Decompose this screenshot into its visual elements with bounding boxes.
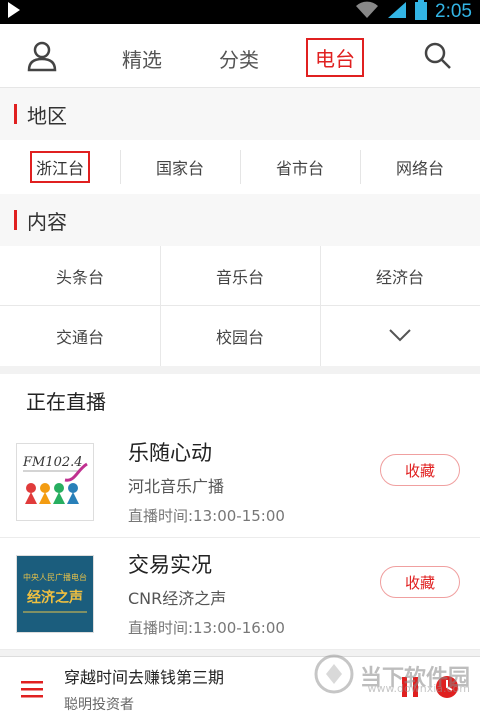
region-heading: 地区 xyxy=(0,88,480,140)
content-row: 交通台 校园台 xyxy=(0,306,480,366)
region-internet[interactable]: 网络台 xyxy=(360,140,480,194)
top-nav: 精选 分类 电台 xyxy=(0,24,480,88)
program-info: 乐随心动 河北音乐广播 直播时间:13:00-15:00 xyxy=(128,437,285,526)
logo-text: 中央人民广播电台 xyxy=(23,572,87,582)
now-playing-author: 聪明投资者 xyxy=(64,696,134,713)
now-playing-info: 穿越时间去赚钱第三期 聪明投资者 xyxy=(64,664,400,714)
content-headline[interactable]: 头条台 xyxy=(0,246,160,305)
favorite-button[interactable]: 收藏 xyxy=(380,454,460,486)
timer-icon[interactable] xyxy=(434,674,460,704)
now-playing-title: 穿越时间去赚钱第三期 xyxy=(64,667,225,687)
region-label: 国家台 xyxy=(155,159,204,178)
region-filter: 浙江台 国家台 省市台 网络台 xyxy=(0,140,480,194)
region-zhejiang[interactable]: 浙江台 xyxy=(0,140,120,194)
content-music[interactable]: 音乐台 xyxy=(160,246,320,305)
station-logo: FM102.4 xyxy=(16,442,94,521)
program-name: 交易实况 xyxy=(128,553,212,577)
heading-accent-bar xyxy=(14,104,17,124)
content-filter: 头条台 音乐台 经济台 交通台 校园台 xyxy=(0,246,480,366)
battery-icon xyxy=(415,0,428,24)
expand-toggle[interactable] xyxy=(320,306,480,366)
content-row: 头条台 音乐台 经济台 xyxy=(0,246,480,306)
favorite-button[interactable]: 收藏 xyxy=(380,566,460,598)
broadcast-time: 直播时间:13:00-15:00 xyxy=(128,507,285,525)
live-heading: 正在直播 xyxy=(26,389,106,414)
tab-radio[interactable]: 电台 xyxy=(306,38,364,77)
live-section: 正在直播 FM102.4 乐随心动 河北音乐广播 直播时间:13:00-15:0… xyxy=(0,374,480,650)
station-name: 河北音乐广播 xyxy=(128,477,225,496)
clock: 2:05 xyxy=(435,1,472,22)
program-info: 交易实况 CNR经济之声 直播时间:13:00-16:00 xyxy=(128,549,285,638)
broadcast-time: 直播时间:13:00-16:00 xyxy=(128,619,285,637)
mini-player[interactable]: 穿越时间去赚钱第三期 聪明投资者 xyxy=(0,656,480,720)
region-national[interactable]: 国家台 xyxy=(120,140,240,194)
station-name: CNR经济之声 xyxy=(128,589,227,608)
menu-icon[interactable] xyxy=(0,680,64,698)
region-provincial[interactable]: 省市台 xyxy=(240,140,360,194)
status-bar: 2:05 xyxy=(0,0,480,24)
search-icon[interactable] xyxy=(424,42,452,74)
content-economy[interactable]: 经济台 xyxy=(320,246,480,305)
list-item[interactable]: 中央人民广播电台 经济之声 交易实况 CNR经济之声 直播时间:13:00-16… xyxy=(0,538,480,650)
chevron-down-icon xyxy=(388,327,412,346)
tab-featured[interactable]: 精选 xyxy=(122,44,162,73)
wifi-icon xyxy=(355,1,379,23)
region-label: 网络台 xyxy=(395,159,444,178)
station-logo: 中央人民广播电台 经济之声 xyxy=(16,554,94,633)
program-name: 乐随心动 xyxy=(128,441,212,465)
content-campus[interactable]: 校园台 xyxy=(160,306,320,366)
heading-accent-bar xyxy=(14,210,17,230)
tab-categories[interactable]: 分类 xyxy=(219,44,259,73)
logo-text: FM102.4 xyxy=(22,455,83,470)
list-item[interactable]: FM102.4 乐随心动 河北音乐广播 直播时间:13:00-15:00 收藏 xyxy=(0,426,480,538)
player-controls xyxy=(400,674,460,704)
region-label: 省市台 xyxy=(275,159,324,178)
signal-icon xyxy=(387,1,407,23)
region-heading-label: 地区 xyxy=(27,103,67,128)
pause-icon[interactable] xyxy=(400,675,420,703)
content-heading: 内容 xyxy=(0,194,480,246)
region-label: 浙江台 xyxy=(29,151,90,183)
svg-text:经济之声: 经济之声 xyxy=(27,589,83,606)
play-icon xyxy=(6,1,22,23)
content-traffic[interactable]: 交通台 xyxy=(0,306,160,366)
content-heading-label: 内容 xyxy=(27,209,67,234)
user-icon[interactable] xyxy=(26,40,58,76)
